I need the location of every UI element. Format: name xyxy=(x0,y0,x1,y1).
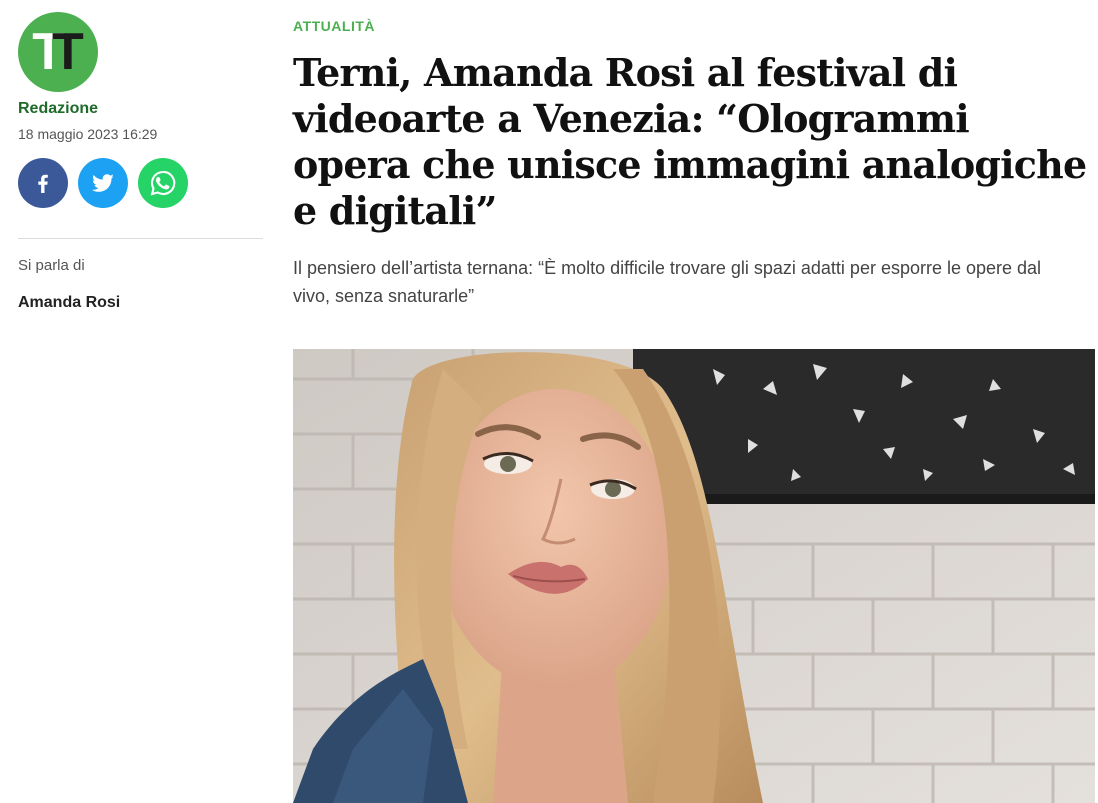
share-twitter-button[interactable] xyxy=(78,158,128,208)
twitter-icon xyxy=(91,174,114,192)
author-name[interactable]: Redazione xyxy=(18,100,263,118)
article-category[interactable]: ATTUALITÀ xyxy=(293,18,1093,34)
site-logo[interactable]: TT xyxy=(18,12,98,92)
publish-date: 18 maggio 2023 16:29 xyxy=(18,126,158,142)
tags-label: Si parla di xyxy=(18,257,85,274)
article-title: Terni, Amanda Rosi al festival di videoa… xyxy=(293,50,1087,233)
article-photo xyxy=(293,349,1095,803)
share-facebook-button[interactable] xyxy=(18,158,68,208)
tag-link[interactable]: Amanda Rosi xyxy=(18,294,263,312)
share-whatsapp-button[interactable] xyxy=(138,158,188,208)
share-buttons xyxy=(18,158,263,208)
facebook-icon xyxy=(38,174,48,193)
logo-text: TT xyxy=(32,23,83,81)
sidebar-divider xyxy=(18,238,263,239)
sidebar: TT Redazione 18 maggio 2023 16:29 Si par… xyxy=(18,12,263,312)
article: ATTUALITÀ Terni, Amanda Rosi al festival… xyxy=(293,18,1093,310)
whatsapp-icon xyxy=(150,170,176,196)
article-subtitle: Il pensiero dell’artista ternana: “È mol… xyxy=(293,258,1042,306)
photo-illustration xyxy=(293,349,1095,803)
